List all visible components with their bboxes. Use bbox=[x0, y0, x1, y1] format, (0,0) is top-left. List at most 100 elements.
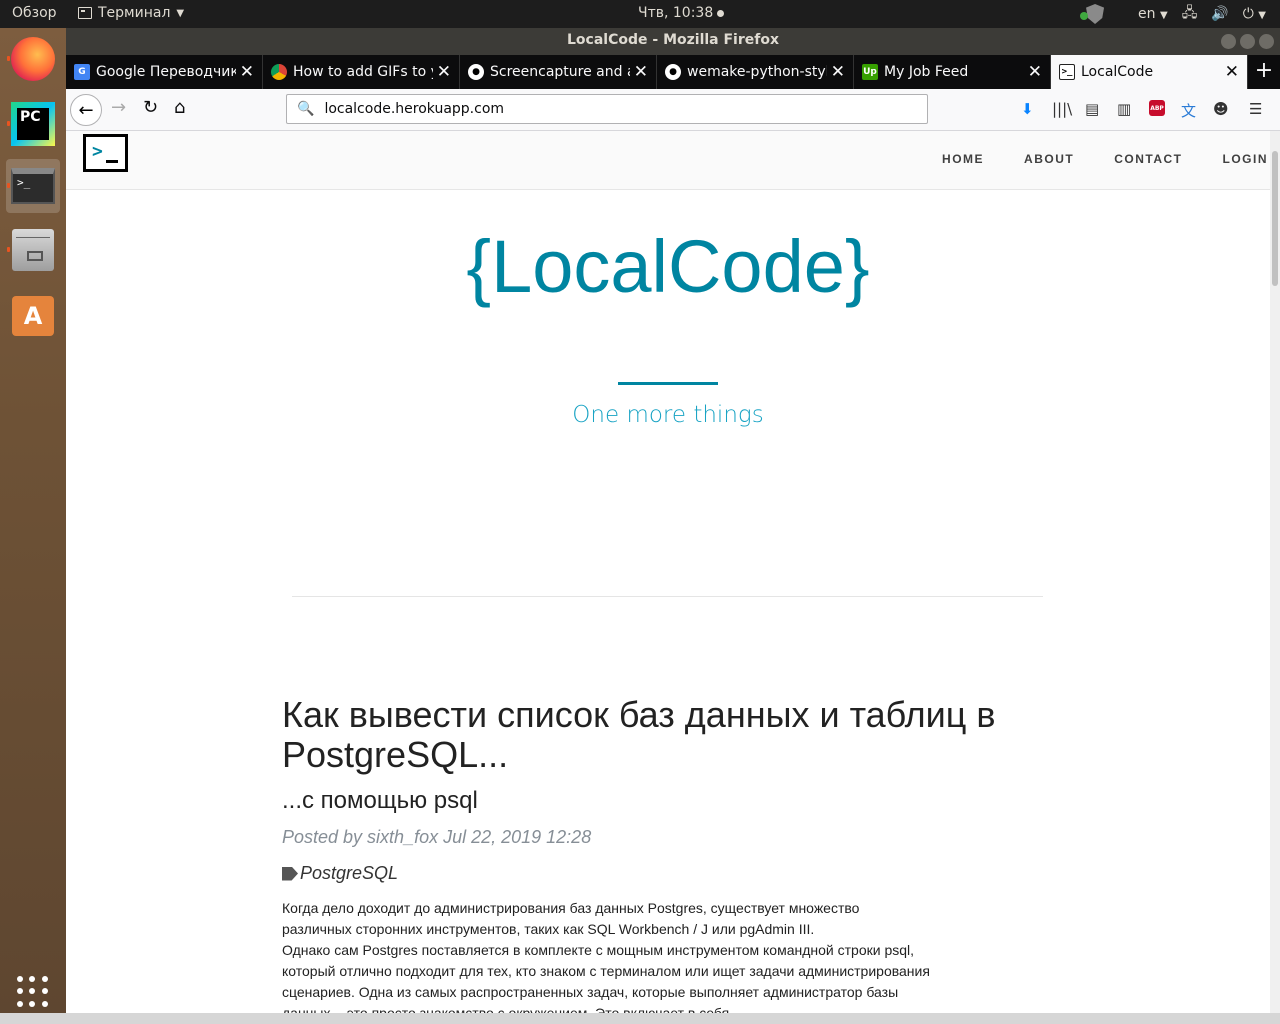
maximize-button[interactable] bbox=[1240, 34, 1255, 49]
nav-contact[interactable]: CONTACT bbox=[1114, 152, 1182, 166]
language-indicator[interactable]: en ▼ bbox=[1138, 6, 1168, 22]
shield-status-icon bbox=[1080, 12, 1088, 20]
url-text: localcode.herokuapp.com bbox=[324, 101, 505, 117]
software-center-icon: A bbox=[12, 296, 54, 336]
language-label: en bbox=[1138, 6, 1156, 22]
close-button[interactable] bbox=[1259, 34, 1274, 49]
adblock-icon[interactable]: ABP bbox=[1149, 100, 1165, 116]
system-tray: en ▼ 🖧 🔊 ⏻ ▼ bbox=[1086, 0, 1280, 28]
tab-localcode[interactable]: >_ LocalCode ✕ bbox=[1051, 55, 1248, 89]
clock[interactable]: Чтв, 10:38 bbox=[638, 5, 725, 21]
launcher-firefox[interactable] bbox=[6, 32, 60, 86]
back-button[interactable]: ← bbox=[70, 94, 102, 126]
home-button[interactable]: ⌂ bbox=[174, 97, 185, 118]
window-titlebar[interactable]: LocalCode - Mozilla Firefox bbox=[66, 28, 1280, 55]
running-indicator bbox=[7, 247, 10, 252]
extension-icon[interactable]: ☻ bbox=[1213, 100, 1229, 118]
site-menu: HOME ABOUT CONTACT LOGIN bbox=[942, 152, 1280, 166]
forward-button[interactable]: → bbox=[111, 97, 126, 118]
tab-label: wemake-python-styl bbox=[687, 64, 827, 80]
nav-login[interactable]: LOGIN bbox=[1223, 152, 1269, 166]
reload-button[interactable]: ↻ bbox=[143, 97, 158, 118]
launcher-terminal[interactable]: >_ bbox=[6, 159, 60, 213]
tab-google-translate[interactable]: G Google Переводчик ✕ bbox=[66, 55, 263, 89]
tab-label: LocalCode bbox=[1081, 64, 1154, 80]
volume-icon[interactable]: 🔊 bbox=[1211, 6, 1228, 22]
terminal-prompt: >_ bbox=[17, 176, 31, 189]
top-panel: Обзор Терминал ▼ Чтв, 10:38 en ▼ 🖧 🔊 ⏻ ▼ bbox=[0, 0, 1280, 28]
close-tab-icon[interactable]: ✕ bbox=[831, 62, 845, 82]
tab-gifs[interactable]: How to add GIFs to y ✕ bbox=[263, 55, 460, 89]
nav-about[interactable]: ABOUT bbox=[1024, 152, 1074, 166]
close-tab-icon[interactable]: ✕ bbox=[240, 62, 254, 82]
library-icon[interactable]: |||\ bbox=[1052, 100, 1072, 118]
running-indicator bbox=[7, 183, 10, 188]
close-tab-icon[interactable]: ✕ bbox=[634, 62, 648, 82]
running-indicator bbox=[7, 121, 10, 126]
shield-icon[interactable] bbox=[1086, 4, 1105, 24]
section-divider bbox=[292, 596, 1043, 597]
window-title: LocalCode - Mozilla Firefox bbox=[567, 32, 779, 48]
site-logo[interactable]: > bbox=[83, 134, 128, 172]
launcher-pycharm[interactable]: PC bbox=[6, 97, 60, 151]
github-icon: ● bbox=[468, 64, 484, 80]
terminal-icon: >_ bbox=[11, 168, 55, 204]
logo-cursor bbox=[106, 160, 118, 163]
tab-screencapture[interactable]: ● Screencapture and a ✕ bbox=[460, 55, 657, 89]
scrollbar-thumb[interactable] bbox=[1272, 151, 1278, 286]
post-paragraph: Когда дело доходит до администрирования … bbox=[282, 900, 860, 937]
github-icon: ● bbox=[665, 64, 681, 80]
post-meta: Posted by sixth_fox Jul 22, 2019 12:28 bbox=[282, 827, 592, 847]
tag-label: PostgreSQL bbox=[300, 863, 399, 883]
network-icon[interactable]: 🖧 bbox=[1182, 2, 1198, 26]
navigation-toolbar: ← → ↻ ⌂ 🔍 localcode.herokuapp.com ⬇ |||\… bbox=[66, 89, 1280, 131]
firefox-window: LocalCode - Mozilla Firefox G Google Пер… bbox=[66, 28, 1280, 1024]
launcher-software[interactable]: A bbox=[6, 289, 60, 343]
web-page: > HOME ABOUT CONTACT LOGIN {LocalCode} O… bbox=[66, 131, 1280, 1024]
tab-label: My Job Feed bbox=[884, 64, 969, 80]
close-tab-icon[interactable]: ✕ bbox=[1028, 62, 1042, 82]
window-controls bbox=[1221, 34, 1274, 49]
post-paragraph: Однако сам Postgres поставляется в компл… bbox=[282, 942, 930, 1021]
tab-bar: G Google Переводчик ✕ How to add GIFs to… bbox=[66, 55, 1280, 89]
chevron-down-icon: ▼ bbox=[176, 7, 185, 19]
pycharm-icon: PC bbox=[11, 102, 55, 146]
show-applications-icon[interactable] bbox=[17, 976, 49, 1008]
translate-icon[interactable]: 文 bbox=[1181, 100, 1196, 121]
url-bar[interactable]: 🔍 localcode.herokuapp.com bbox=[286, 94, 928, 124]
activities-button[interactable]: Обзор bbox=[12, 5, 57, 21]
files-icon bbox=[12, 229, 54, 271]
chrome-icon bbox=[271, 64, 287, 80]
pycharm-label: PC bbox=[17, 108, 49, 140]
post-title[interactable]: Как вывести список баз данных и таблиц в… bbox=[282, 695, 1042, 775]
hero-title: {LocalCode} bbox=[466, 225, 870, 308]
tab-job-feed[interactable]: Up My Job Feed ✕ bbox=[854, 55, 1051, 89]
firefox-icon bbox=[11, 37, 55, 81]
post-tag[interactable]: PostgreSQL bbox=[282, 863, 398, 884]
clock-label: Чтв, 10:38 bbox=[638, 5, 714, 21]
chevron-down-icon: ▼ bbox=[1258, 10, 1266, 21]
hero-divider bbox=[618, 382, 718, 385]
new-tab-button[interactable]: + bbox=[1248, 55, 1280, 89]
reader-icon[interactable]: ▥ bbox=[1117, 100, 1131, 118]
close-tab-icon[interactable]: ✕ bbox=[437, 62, 451, 82]
google-translate-icon: G bbox=[74, 64, 90, 80]
tab-wemake[interactable]: ● wemake-python-styl ✕ bbox=[657, 55, 854, 89]
launcher-files[interactable] bbox=[6, 223, 60, 277]
localcode-icon: >_ bbox=[1059, 64, 1075, 80]
menu-icon[interactable]: ☰ bbox=[1249, 100, 1262, 118]
power-icon[interactable]: ⏻ ▼ bbox=[1243, 6, 1266, 22]
tab-label: Screencapture and a bbox=[490, 64, 630, 80]
sidebar-icon[interactable]: ▤ bbox=[1085, 100, 1099, 118]
post-subtitle: ...с помощью psql bbox=[282, 787, 478, 814]
upwork-icon: Up bbox=[862, 64, 878, 80]
nav-home[interactable]: HOME bbox=[942, 152, 984, 166]
download-icon[interactable]: ⬇ bbox=[1021, 100, 1034, 118]
terminal-icon bbox=[78, 7, 92, 19]
logo-glyph: > bbox=[92, 141, 103, 162]
close-tab-icon[interactable]: ✕ bbox=[1225, 62, 1239, 82]
app-menu[interactable]: Терминал ▼ bbox=[78, 5, 184, 21]
search-icon: 🔍 bbox=[297, 101, 315, 117]
minimize-button[interactable] bbox=[1221, 34, 1236, 49]
scrollbar[interactable] bbox=[1270, 131, 1280, 1024]
